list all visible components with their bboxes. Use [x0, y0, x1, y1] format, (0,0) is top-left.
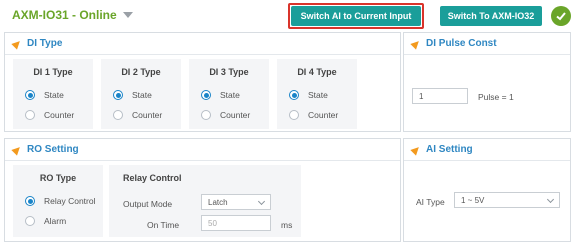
- di4-counter-option[interactable]: Counter: [289, 110, 338, 120]
- ro-relay-control-option[interactable]: Relay Control: [25, 196, 96, 206]
- check-icon: [551, 6, 571, 26]
- radio-label: State: [308, 90, 328, 100]
- section-marker-icon: [11, 143, 23, 156]
- di2-type-card: DI 2 Type State Counter: [101, 59, 181, 129]
- on-time-unit: ms: [281, 220, 293, 230]
- ro-setting-header: RO Setting: [5, 139, 400, 161]
- switch-ai-current-button[interactable]: Switch AI to Current Input: [291, 6, 421, 26]
- di-pulse-const-header: DI Pulse Const: [404, 33, 570, 55]
- radio-label: Counter: [44, 110, 75, 120]
- device-title[interactable]: AXM-IO31 - Online: [12, 8, 134, 22]
- di4-state-option[interactable]: State: [289, 90, 328, 100]
- output-mode-value: Latch: [208, 197, 228, 207]
- di3-state-option[interactable]: State: [201, 90, 240, 100]
- di1-type-title: DI 1 Type: [33, 67, 73, 77]
- relay-control-title: Relay Control: [123, 173, 182, 183]
- radio-unselected[interactable]: [113, 110, 123, 120]
- di4-type-card: DI 4 Type State Counter: [277, 59, 357, 129]
- di4-type-title: DI 4 Type: [297, 67, 337, 77]
- di-type-title: DI Type: [27, 38, 63, 49]
- ai-type-select[interactable]: 1 ~ 5V: [454, 192, 560, 208]
- ai-setting-header: AI Setting: [404, 139, 570, 161]
- pulse-formula-text: Pulse = 1: [478, 92, 514, 102]
- di-type-header: DI Type: [5, 33, 400, 55]
- ro-alarm-option[interactable]: Alarm: [25, 216, 66, 226]
- radio-unselected[interactable]: [25, 216, 35, 226]
- di3-counter-option[interactable]: Counter: [201, 110, 250, 120]
- di-type-panel: DI Type DI 1 Type State Counter DI 2 Typ…: [4, 32, 401, 132]
- ro-type-card: RO Type Relay Control Alarm: [13, 165, 103, 237]
- section-marker-icon: [410, 37, 422, 50]
- radio-selected[interactable]: [25, 90, 35, 100]
- on-time-input[interactable]: 50: [201, 215, 271, 231]
- section-marker-icon: [410, 143, 422, 156]
- di-pulse-const-panel: DI Pulse Const 1 Pulse = 1: [403, 32, 571, 132]
- radio-selected[interactable]: [289, 90, 299, 100]
- di3-type-title: DI 3 Type: [209, 67, 249, 77]
- radio-label: State: [44, 90, 64, 100]
- di-pulse-const-title: DI Pulse Const: [426, 38, 497, 49]
- radio-label: State: [220, 90, 240, 100]
- ai-type-value: 1 ~ 5V: [461, 195, 485, 205]
- chevron-down-icon: [546, 195, 555, 204]
- radio-label: Counter: [132, 110, 163, 120]
- di2-type-title: DI 2 Type: [121, 67, 161, 77]
- radio-label: Alarm: [44, 216, 67, 226]
- radio-unselected[interactable]: [289, 110, 299, 120]
- di1-type-card: DI 1 Type State Counter: [13, 59, 93, 129]
- device-title-text: AXM-IO31 - Online: [12, 8, 117, 22]
- radio-selected[interactable]: [201, 90, 211, 100]
- section-marker-icon: [11, 37, 23, 50]
- pulse-const-input[interactable]: 1: [412, 88, 468, 104]
- ai-type-label: AI Type: [416, 197, 445, 207]
- ai-setting-title: AI Setting: [426, 144, 473, 155]
- header-bar: AXM-IO31 - Online Switch AI to Current I…: [0, 0, 571, 30]
- chevron-down-icon: [257, 197, 266, 206]
- di2-counter-option[interactable]: Counter: [113, 110, 162, 120]
- radio-unselected[interactable]: [25, 110, 35, 120]
- radio-label: Counter: [308, 110, 339, 120]
- di3-type-card: DI 3 Type State Counter: [189, 59, 269, 129]
- switch-io32-button[interactable]: Switch To AXM-IO32: [440, 6, 542, 26]
- radio-selected[interactable]: [25, 196, 35, 206]
- radio-label: Relay Control: [44, 196, 96, 206]
- output-mode-label: Output Mode: [123, 199, 173, 209]
- di1-state-option[interactable]: State: [25, 90, 64, 100]
- caret-down-icon[interactable]: [123, 12, 134, 18]
- ai-setting-panel: AI Setting AI Type 1 ~ 5V: [403, 138, 571, 242]
- relay-control-card: Relay Control Output Mode Latch On Time …: [109, 165, 301, 237]
- di1-counter-option[interactable]: Counter: [25, 110, 74, 120]
- radio-label: State: [132, 90, 152, 100]
- radio-label: Counter: [220, 110, 251, 120]
- ro-setting-panel: RO Setting RO Type Relay Control Alarm R…: [4, 138, 401, 242]
- radio-selected[interactable]: [113, 90, 123, 100]
- output-mode-select[interactable]: Latch: [201, 194, 271, 210]
- ro-setting-title: RO Setting: [27, 144, 79, 155]
- on-time-label: On Time: [147, 220, 180, 230]
- di2-state-option[interactable]: State: [113, 90, 152, 100]
- ro-type-title: RO Type: [39, 173, 77, 183]
- radio-unselected[interactable]: [201, 110, 211, 120]
